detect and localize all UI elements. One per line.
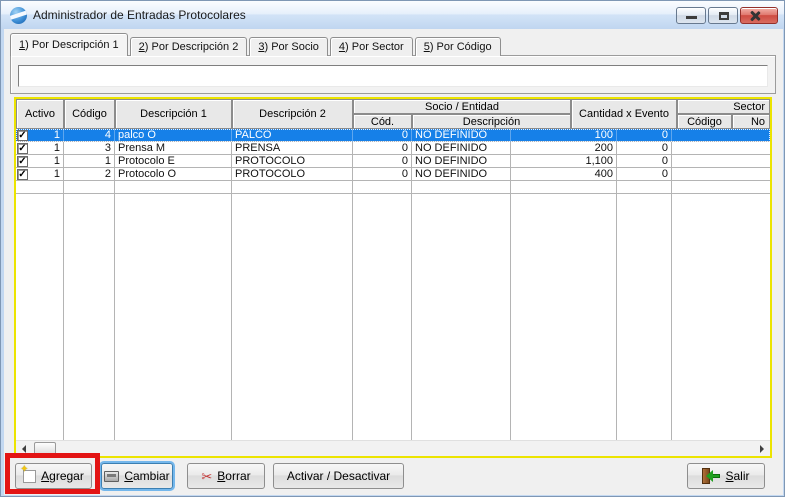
tab-por-descripcion-2[interactable]: 2) Por Descripción 2 (130, 37, 248, 56)
col-header-sector[interactable]: Sector (677, 99, 770, 114)
titlebar: Administrador de Entradas Protocolares (1, 1, 784, 29)
tab-por-descripcion-1[interactable]: 1) Por Descripción 1 (10, 33, 128, 56)
filter-input[interactable] (18, 65, 768, 87)
cell-socio-descripcion: NO DEFINIDO (412, 142, 511, 155)
cell-codigo: 3 (64, 142, 115, 155)
table-row[interactable]: ✓ 1 2 Protocolo O PROTOCOLO 0 NO DEFINID… (16, 168, 770, 181)
cell-cantidad: 200 (511, 142, 617, 155)
cell-socio-cod: 0 (353, 168, 412, 181)
cell-descripcion-1: Prensa M (115, 142, 232, 155)
scroll-left-icon[interactable] (16, 441, 32, 456)
scrollbar-thumb[interactable] (34, 442, 56, 455)
col-header-codigo[interactable]: Código (64, 99, 115, 129)
tab-page (10, 55, 776, 94)
cell-descripcion-2: PALCO (232, 129, 353, 142)
cell-cantidad: 400 (511, 168, 617, 181)
borrar-button[interactable]: ✂ Borrar (187, 463, 265, 489)
new-item-icon (23, 470, 36, 483)
grid-body-rows: ✓ 1 4 palco O PALCO 0 NO DEFINIDO 100 0 … (16, 129, 770, 181)
grid-body: ✓ 1 4 palco O PALCO 0 NO DEFINIDO 100 0 … (16, 129, 770, 456)
minimize-icon (686, 16, 697, 19)
cell-sector-no (672, 129, 770, 142)
scissors-icon: ✂ (201, 470, 212, 483)
cell-sector-codigo: 0 (617, 155, 672, 168)
grid-header: Activo Código Descripción 1 Descripción … (16, 99, 770, 129)
cell-codigo: 2 (64, 168, 115, 181)
active-checkbox[interactable]: ✓ (17, 169, 28, 180)
cell-socio-cod: 0 (353, 155, 412, 168)
cell-descripcion-1: palco O (115, 129, 232, 142)
window-title: Administrador de Entradas Protocolares (33, 8, 246, 22)
entries-grid: Activo Código Descripción 1 Descripción … (14, 97, 772, 458)
col-header-sector-no[interactable]: No (732, 114, 770, 129)
col-header-descripcion-1[interactable]: Descripción 1 (115, 99, 232, 129)
activar-desactivar-button[interactable]: Activar / Desactivar (273, 463, 404, 489)
grid-filler-gridlines (16, 194, 770, 440)
col-header-sector-codigo[interactable]: Código (677, 114, 732, 129)
tab-por-codigo[interactable]: 5) Por Código (415, 37, 501, 56)
col-group-sector: Sector Código No (677, 99, 770, 129)
active-checkbox[interactable]: ✓ (17, 130, 28, 141)
col-header-socio-descripcion[interactable]: Descripción (412, 114, 571, 129)
active-checkbox[interactable]: ✓ (17, 143, 28, 154)
cell-sector-no (672, 168, 770, 181)
cell-descripcion-2: PROTOCOLO (232, 155, 353, 168)
scroll-right-icon[interactable] (754, 441, 770, 456)
horizontal-scrollbar[interactable] (16, 440, 770, 456)
table-row[interactable]: ✓ 1 1 Protocolo E PROTOCOLO 0 NO DEFINID… (16, 155, 770, 168)
app-sphere-icon (10, 7, 27, 24)
grid-empty-row (16, 181, 770, 194)
maximize-icon (719, 12, 729, 20)
minimize-button[interactable] (676, 7, 706, 24)
dialog-body: 1) Por Descripción 1 2) Por Descripción … (4, 29, 783, 495)
tab-strip: 1) Por Descripción 1 2) Por Descripción … (10, 33, 503, 56)
window-controls (676, 7, 778, 24)
agregar-button[interactable]: Agregar (15, 463, 92, 489)
cell-socio-descripcion: NO DEFINIDO (412, 129, 511, 142)
cell-codigo: 4 (64, 129, 115, 142)
cell-socio-descripcion: NO DEFINIDO (412, 155, 511, 168)
close-button[interactable] (740, 7, 778, 24)
cell-sector-codigo: 0 (617, 168, 672, 181)
table-row[interactable]: ✓ 1 4 palco O PALCO 0 NO DEFINIDO 100 0 (16, 129, 770, 142)
cell-codigo: 1 (64, 155, 115, 168)
cell-cantidad: 100 (511, 129, 617, 142)
edit-icon (104, 471, 119, 482)
tab-por-sector[interactable]: 4) Por Sector (330, 37, 413, 56)
cell-cantidad: 1,100 (511, 155, 617, 168)
maximize-button[interactable] (708, 7, 738, 24)
table-row[interactable]: ✓ 1 3 Prensa M PRENSA 0 NO DEFINIDO 200 … (16, 142, 770, 155)
cell-sector-codigo: 0 (617, 129, 672, 142)
col-header-socio-cod[interactable]: Cód. (353, 114, 412, 129)
col-header-socio-entidad[interactable]: Socio / Entidad (353, 99, 571, 114)
cell-socio-descripcion: NO DEFINIDO (412, 168, 511, 181)
col-header-cantidad-x-evento[interactable]: Cantidad x Evento (571, 99, 677, 129)
app-window: Administrador de Entradas Protocolares 1… (0, 0, 785, 497)
cell-sector-no (672, 155, 770, 168)
col-group-socio-entidad: Socio / Entidad Cód. Descripción (353, 99, 571, 129)
salir-button[interactable]: Salir (687, 463, 765, 489)
cell-sector-no (672, 142, 770, 155)
cell-descripcion-2: PRENSA (232, 142, 353, 155)
col-header-activo[interactable]: Activo (16, 99, 64, 129)
tab-por-socio[interactable]: 3) Por Socio (249, 37, 328, 56)
cell-socio-cod: 0 (353, 129, 412, 142)
cell-descripcion-1: Protocolo E (115, 155, 232, 168)
cell-socio-cod: 0 (353, 142, 412, 155)
cambiar-button[interactable]: Cambiar (101, 463, 173, 489)
cell-descripcion-2: PROTOCOLO (232, 168, 353, 181)
cell-descripcion-1: Protocolo O (115, 168, 232, 181)
active-checkbox[interactable]: ✓ (17, 156, 28, 167)
exit-door-icon (702, 468, 720, 484)
col-header-descripcion-2[interactable]: Descripción 2 (232, 99, 353, 129)
cell-sector-codigo: 0 (617, 142, 672, 155)
